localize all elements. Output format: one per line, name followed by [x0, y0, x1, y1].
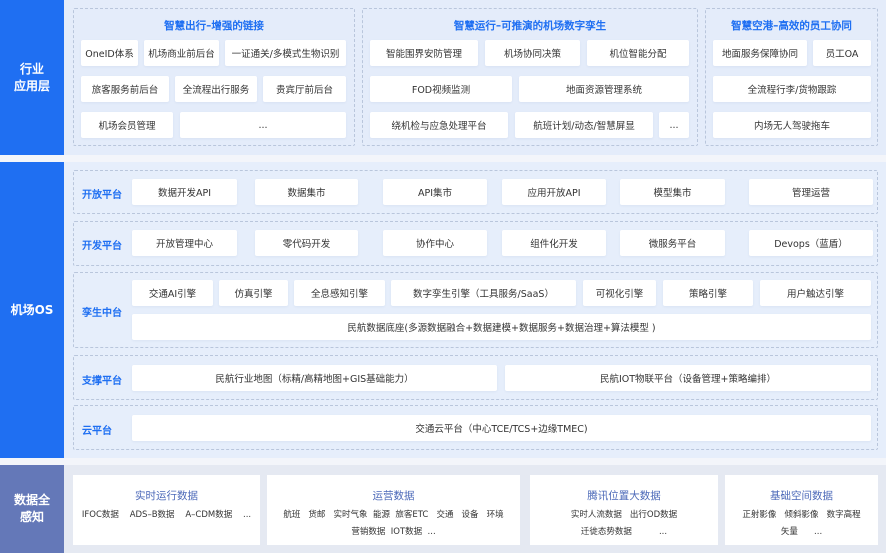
os-module[interactable]: 仿真引擎	[219, 280, 288, 306]
layer-label-application: 行业 应用层	[0, 0, 64, 155]
os-module[interactable]: 数字孪生引擎（工具服务/SaaS）	[391, 280, 576, 306]
app-module[interactable]: 员工OA	[813, 40, 871, 66]
os-module[interactable]: 组件化开发	[502, 230, 606, 256]
layer-label-os: 机场OS	[0, 162, 64, 458]
app-module[interactable]: FOD视频监测	[370, 76, 512, 102]
app-module[interactable]: 机场会员管理	[81, 112, 173, 138]
os-module[interactable]: 开放管理中心	[132, 230, 237, 256]
row-label: 开放平台	[82, 190, 122, 201]
group-title: 智慧空港–高效的员工协同	[731, 20, 852, 32]
data-card: 运营数据航班 货邮 实时气象 能源 旅客ETC 交通 设备 环境 营销数据 IOT…	[267, 475, 520, 545]
app-module[interactable]: 地面资源管理系统	[519, 76, 689, 102]
os-module[interactable]: 管理运营	[749, 179, 873, 205]
os-module[interactable]: 应用开放API	[502, 179, 606, 205]
app-module[interactable]: 机场协同决策	[485, 40, 580, 66]
os-module[interactable]: 民航数据底座(多源数据融合+数据建模+数据服务+数据治理+算法模型 )	[132, 314, 871, 340]
data-card-items: 实时人流数据 出行OD数据	[570, 510, 678, 520]
data-card-items: 迁徙态势数据 ...	[580, 527, 668, 537]
group-title: 智慧运行–可推演的机场数字孪生	[453, 20, 607, 32]
row-label: 孪生中台	[82, 308, 122, 319]
app-module[interactable]: 机位智能分配	[587, 40, 689, 66]
data-card-items: 营销数据 IOT数据 ...	[351, 527, 436, 537]
os-module[interactable]: 用户触达引擎	[760, 280, 871, 306]
app-module[interactable]: 地面服务保障协同	[713, 40, 807, 66]
data-card-items: 矢量 ...	[780, 527, 823, 537]
app-module[interactable]: OneID体系	[81, 40, 138, 66]
layer-label-text: 机场OS	[10, 302, 54, 317]
app-module[interactable]: 内场无人驾驶拖车	[713, 112, 871, 138]
group-title: 智慧出行–增强的链接	[164, 20, 264, 32]
data-card: 腾讯位置大数据实时人流数据 出行OD数据 迁徙态势数据 ...	[530, 475, 718, 545]
app-module[interactable]: ...	[659, 112, 689, 138]
app-module[interactable]: 航班计划/动态/智慧屏显	[515, 112, 653, 138]
data-card-title: 腾讯位置大数据	[587, 490, 661, 502]
app-module[interactable]: 绕机检与应急处理平台	[370, 112, 508, 138]
os-module[interactable]: 数据集市	[255, 179, 358, 205]
os-module[interactable]: 民航IOT物联平台（设备管理+策略编排）	[505, 365, 871, 391]
data-card-title: 基础空间数据	[770, 490, 833, 502]
os-module[interactable]: Devops（蓝盾）	[749, 230, 873, 256]
data-card: 实时运行数据 IFOC数据 ADS–B数据 A–CDM数据 ...	[73, 475, 260, 545]
app-module[interactable]: 全流程行李/货物跟踪	[713, 76, 871, 102]
layer-label-data: 数据全 感知	[0, 465, 64, 553]
row-label: 云平台	[82, 426, 112, 437]
data-card-items: 正射影像 倾斜影像 数字高程	[742, 510, 861, 520]
os-module[interactable]: 数据开发API	[132, 179, 237, 205]
data-card-items: 航班 货邮 实时气象 能源 旅客ETC 交通 设备 环境	[283, 510, 504, 520]
app-module[interactable]: 智能围界安防管理	[370, 40, 478, 66]
data-card: 基础空间数据正射影像 倾斜影像 数字高程 矢量 ...	[725, 475, 878, 545]
app-module[interactable]: 全流程出行服务	[175, 76, 257, 102]
row-label: 开发平台	[82, 241, 122, 252]
os-module[interactable]: API集市	[383, 179, 487, 205]
app-module[interactable]: 旅客服务前后台	[81, 76, 169, 102]
app-module[interactable]: 机场商业前后台	[144, 40, 219, 66]
os-module[interactable]: 民航行业地图（标精/高精地图+GIS基础能力）	[132, 365, 497, 391]
os-module[interactable]: 交通云平台（中心TCE/TCS+边缘TMEC)	[132, 415, 871, 441]
layer-label-text: 数据全 感知	[13, 493, 50, 524]
os-module[interactable]: 微服务平台	[620, 230, 725, 256]
app-module[interactable]: 一证通关/多模式生物识别	[225, 40, 346, 66]
data-card-title: 运营数据	[372, 490, 415, 502]
os-module[interactable]: 零代码开发	[255, 230, 358, 256]
app-module[interactable]: ...	[180, 112, 346, 138]
os-module[interactable]: 协作中心	[383, 230, 487, 256]
data-card-items: IFOC数据 ADS–B数据 A–CDM数据 ...	[81, 510, 252, 520]
os-module[interactable]: 模型集市	[620, 179, 725, 205]
os-module[interactable]: 策略引擎	[663, 280, 753, 306]
os-module[interactable]: 交通AI引擎	[132, 280, 213, 306]
data-card-title: 实时运行数据	[135, 490, 198, 502]
os-module[interactable]: 全息感知引擎	[294, 280, 385, 306]
os-module[interactable]: 可视化引擎	[583, 280, 656, 306]
layer-label-text: 行业 应用层	[13, 61, 50, 93]
row-label: 支撑平台	[82, 376, 122, 387]
app-module[interactable]: 贵宾厅前后台	[263, 76, 346, 102]
